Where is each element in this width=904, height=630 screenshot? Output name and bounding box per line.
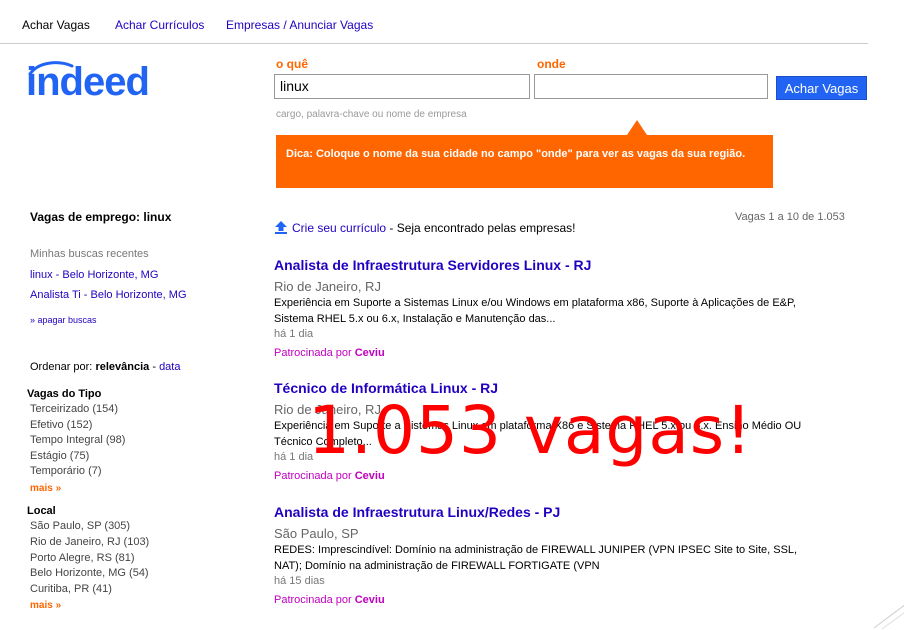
- job-type-title: Vagas do Tipo: [27, 388, 102, 400]
- find-jobs-button[interactable]: Achar Vagas: [776, 76, 867, 100]
- job-location: Rio de Janeiro, RJ: [274, 279, 381, 294]
- sponsor-prefix: Patrocinada por: [274, 594, 352, 606]
- recent-search-item[interactable]: Analista Ti - Belo Horizonte, MG: [30, 289, 187, 301]
- sort-relevance: relevância: [95, 361, 150, 373]
- sort-separator: -: [152, 361, 156, 373]
- location-more-link[interactable]: mais »: [30, 600, 61, 611]
- sidebar-heading-prefix: Vagas de emprego:: [30, 210, 141, 224]
- indeed-logo[interactable]: indeed: [26, 62, 150, 102]
- recent-search-item[interactable]: linux - Belo Horizonte, MG: [30, 269, 158, 281]
- job-location: São Paulo, SP: [274, 526, 359, 541]
- location-item[interactable]: Curitiba, PR (41): [30, 583, 112, 595]
- annotation-overlay: 1.053 vagas!: [308, 392, 753, 469]
- job-type-more-link[interactable]: mais »: [30, 483, 61, 494]
- location-item[interactable]: Belo Horizonte, MG (54): [30, 567, 149, 579]
- nav-find-resumes[interactable]: Achar Currículos: [115, 18, 204, 32]
- sponsor-prefix: Patrocinada por: [274, 470, 352, 482]
- what-label: o quê: [276, 57, 308, 71]
- sort-label: Ordenar por:: [30, 361, 93, 373]
- sort-date-link[interactable]: data: [159, 361, 180, 373]
- nav-employers-post-jobs[interactable]: Empresas / Anunciar Vagas: [226, 18, 373, 32]
- sponsor-name[interactable]: Ceviu: [355, 594, 385, 606]
- sponsor-name[interactable]: Ceviu: [355, 347, 385, 359]
- location-item[interactable]: Rio de Janeiro, RJ (103): [30, 536, 149, 548]
- job-result: Analista de Infraestrutura Servidores Li…: [274, 257, 814, 359]
- location-item[interactable]: São Paulo, SP (305): [30, 520, 130, 532]
- create-resume-link[interactable]: Crie seu currículo: [292, 221, 386, 235]
- tip-box: Dica: Coloque o nome da sua cidade no ca…: [276, 135, 773, 188]
- tip-arrow: [627, 120, 647, 135]
- location-item[interactable]: Porto Alegre, RS (81): [30, 552, 135, 564]
- recent-searches-title: Minhas buscas recentes: [30, 248, 149, 260]
- result-count: Vagas 1 a 10 de 1.053: [735, 211, 845, 223]
- search-hint: cargo, palavra-chave ou nome de empresa: [276, 109, 467, 120]
- where-label: onde: [537, 57, 566, 71]
- job-description: REDES: Imprescindível: Domínio na admini…: [274, 544, 798, 572]
- job-sponsor: Patrocinada por Ceviu: [274, 347, 814, 359]
- tip-text: Dica: Coloque o nome da sua cidade no ca…: [286, 148, 746, 160]
- job-type-item[interactable]: Tempo Integral (98): [30, 434, 125, 446]
- sidebar-heading: Vagas de emprego: linux: [30, 210, 171, 224]
- job-type-item[interactable]: Temporário (7): [30, 465, 102, 477]
- where-input[interactable]: [534, 74, 768, 99]
- nav-find-jobs[interactable]: Achar Vagas: [22, 18, 90, 32]
- job-title-link[interactable]: Analista de Infraestrutura Linux/Redes -…: [274, 504, 560, 520]
- sort-by: Ordenar por: relevância - data: [30, 361, 180, 373]
- clear-searches-link[interactable]: » apagar buscas: [30, 315, 97, 325]
- job-sponsor: Patrocinada por Ceviu: [274, 470, 814, 482]
- job-type-item[interactable]: Terceirizado (154): [30, 403, 118, 415]
- sidebar-heading-query: linux: [143, 210, 172, 224]
- job-title-link[interactable]: Analista de Infraestrutura Servidores Li…: [274, 257, 591, 273]
- resume-promo: Crie seu currículo - Seja encontrado pel…: [274, 220, 575, 235]
- job-age: há 15 dias: [274, 575, 325, 587]
- job-type-item[interactable]: Estágio (75): [30, 450, 89, 462]
- resume-promo-text: - Seja encontrado pelas empresas!: [386, 221, 576, 235]
- job-age: há 1 dia: [274, 328, 314, 340]
- page-curl-decoration: [873, 604, 904, 630]
- job-description: Experiência em Suporte a Sistemas Linux …: [274, 297, 796, 325]
- what-input[interactable]: linux: [274, 74, 530, 99]
- sponsor-name[interactable]: Ceviu: [355, 470, 385, 482]
- job-sponsor: Patrocinada por Ceviu: [274, 594, 814, 606]
- sponsor-prefix: Patrocinada por: [274, 347, 352, 359]
- top-navigation: Achar Vagas Achar Currículos Empresas / …: [0, 0, 868, 44]
- location-title: Local: [27, 505, 56, 517]
- job-result: Analista de Infraestrutura Linux/Redes -…: [274, 504, 814, 606]
- upload-arrow-icon: [275, 221, 287, 234]
- job-type-item[interactable]: Efetivo (152): [30, 419, 92, 431]
